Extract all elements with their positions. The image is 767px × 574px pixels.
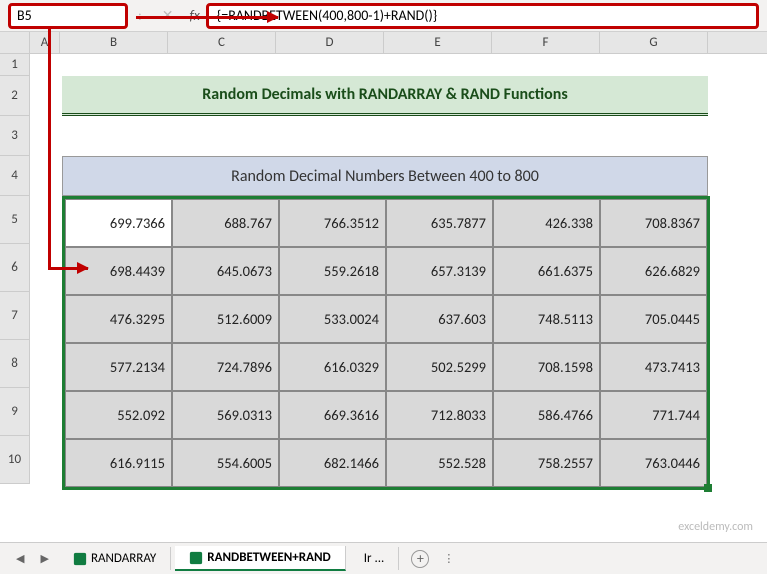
cell-E10[interactable]: 552.528 [386,439,493,487]
col-header-F[interactable]: F [492,32,600,53]
cell-B10[interactable]: 616.9115 [65,439,172,487]
title-cell[interactable]: Random Decimals with RANDARRAY & RAND Fu… [62,76,708,116]
tab-randbetween-rand[interactable]: RANDBETWEEN+RAND [175,546,345,571]
tab-label: RANDBETWEEN+RAND [207,550,330,565]
watermark: exceldemy.com [678,520,753,534]
cell-C10[interactable]: 554.6005 [172,439,279,487]
cell-G9[interactable]: 771.744 [600,391,707,439]
formula-input-wrap[interactable] [206,3,759,29]
row-header-9[interactable]: 9 [0,388,30,436]
cell-F8[interactable]: 708.1598 [493,343,600,391]
cell-E8[interactable]: 502.5299 [386,343,493,391]
tab-options-icon[interactable]: ⋮ [437,552,460,565]
cell-B9[interactable]: 552.092 [65,391,172,439]
col-header-D[interactable]: D [276,32,384,53]
formula-bar: ⌄ : ✕ fx [0,0,767,32]
annotation-line-down [48,29,51,269]
cell-E9[interactable]: 712.8033 [386,391,493,439]
table-row: 577.2134 724.7896 616.0329 502.5299 708.… [65,343,707,391]
cell-G5[interactable]: 708.8367 [600,199,707,247]
table-row: 699.7366 688.767 766.3512 635.7877 426.3… [65,199,707,247]
cell-C6[interactable]: 645.0673 [172,247,279,295]
cell-B8[interactable]: 577.2134 [65,343,172,391]
row-header-4[interactable]: 4 [0,156,30,196]
cell-E7[interactable]: 637.603 [386,295,493,343]
tab-nav-next-icon[interactable]: ▶ [34,552,54,565]
col-header-G[interactable]: G [600,32,708,53]
annotation-arrow-cell [48,267,88,270]
sheet-icon [189,551,203,565]
row-header-6[interactable]: 6 [0,244,30,292]
column-headers: A B C D E F G [0,32,767,54]
cell-G7[interactable]: 705.0445 [600,295,707,343]
cell-C8[interactable]: 724.7896 [172,343,279,391]
cell-C7[interactable]: 512.6009 [172,295,279,343]
row-header-8[interactable]: 8 [0,340,30,388]
col-header-C[interactable]: C [168,32,276,53]
table-row: 476.3295 512.6009 533.0024 637.603 748.5… [65,295,707,343]
cell-B7[interactable]: 476.3295 [65,295,172,343]
data-table: 699.7366 688.767 766.3512 635.7877 426.3… [62,196,710,490]
cell-D8[interactable]: 616.0329 [279,343,386,391]
col-header-E[interactable]: E [384,32,492,53]
sheet-icon [73,552,87,566]
tab-label: Ir ... [364,551,385,566]
fill-handle[interactable] [704,484,712,492]
annotation-arrow-right [136,16,278,19]
select-all-corner[interactable] [0,32,30,53]
cell-D7[interactable]: 533.0024 [279,295,386,343]
cell-G10[interactable]: 763.0446 [600,439,707,487]
name-box-wrap[interactable]: ⌄ [8,3,128,29]
cell-F5[interactable]: 426.338 [493,199,600,247]
formula-input[interactable] [217,7,748,24]
tab-next[interactable]: Ir ... [350,547,400,570]
tab-randarray[interactable]: RANDARRAY [59,547,171,570]
tab-label: RANDARRAY [91,551,156,566]
cell-F10[interactable]: 758.2557 [493,439,600,487]
row-header-10[interactable]: 10 [0,436,30,484]
subtitle-cell[interactable]: Random Decimal Numbers Between 400 to 80… [62,156,708,196]
cell-D6[interactable]: 559.2618 [279,247,386,295]
worksheet-grid: A B C D E F G 1 2 3 4 5 6 7 8 9 10 Rando… [0,32,767,512]
cell-F9[interactable]: 586.4766 [493,391,600,439]
col-header-A[interactable]: A [30,32,60,53]
cell-D9[interactable]: 669.3616 [279,391,386,439]
row-header-3[interactable]: 3 [0,116,30,156]
cell-D10[interactable]: 682.1466 [279,439,386,487]
row-header-7[interactable]: 7 [0,292,30,340]
cell-F7[interactable]: 748.5113 [493,295,600,343]
tab-nav-prev-icon[interactable]: ◀ [10,552,30,565]
table-row: 698.4439 645.0673 559.2618 657.3139 661.… [65,247,707,295]
cell-C9[interactable]: 569.0313 [172,391,279,439]
row-headers: 1 2 3 4 5 6 7 8 9 10 [0,54,30,484]
cell-B5[interactable]: 699.7366 [65,199,172,247]
cell-G8[interactable]: 473.7413 [600,343,707,391]
col-header-B[interactable]: B [60,32,168,53]
row-header-2[interactable]: 2 [0,76,30,116]
add-sheet-button[interactable]: + [411,550,429,568]
cell-F6[interactable]: 661.6375 [493,247,600,295]
cell-D5[interactable]: 766.3512 [279,199,386,247]
cell-C5[interactable]: 688.767 [172,199,279,247]
cell-E5[interactable]: 635.7877 [386,199,493,247]
cell-G6[interactable]: 626.6829 [600,247,707,295]
table-row: 552.092 569.0313 669.3616 712.8033 586.4… [65,391,707,439]
row-header-5[interactable]: 5 [0,196,30,244]
row-header-1[interactable]: 1 [0,54,30,76]
cell-E6[interactable]: 657.3139 [386,247,493,295]
sheet-tabs-bar: ◀ ▶ RANDARRAY RANDBETWEEN+RAND Ir ... + … [0,542,767,574]
table-row: 616.9115 554.6005 682.1466 552.528 758.2… [65,439,707,487]
